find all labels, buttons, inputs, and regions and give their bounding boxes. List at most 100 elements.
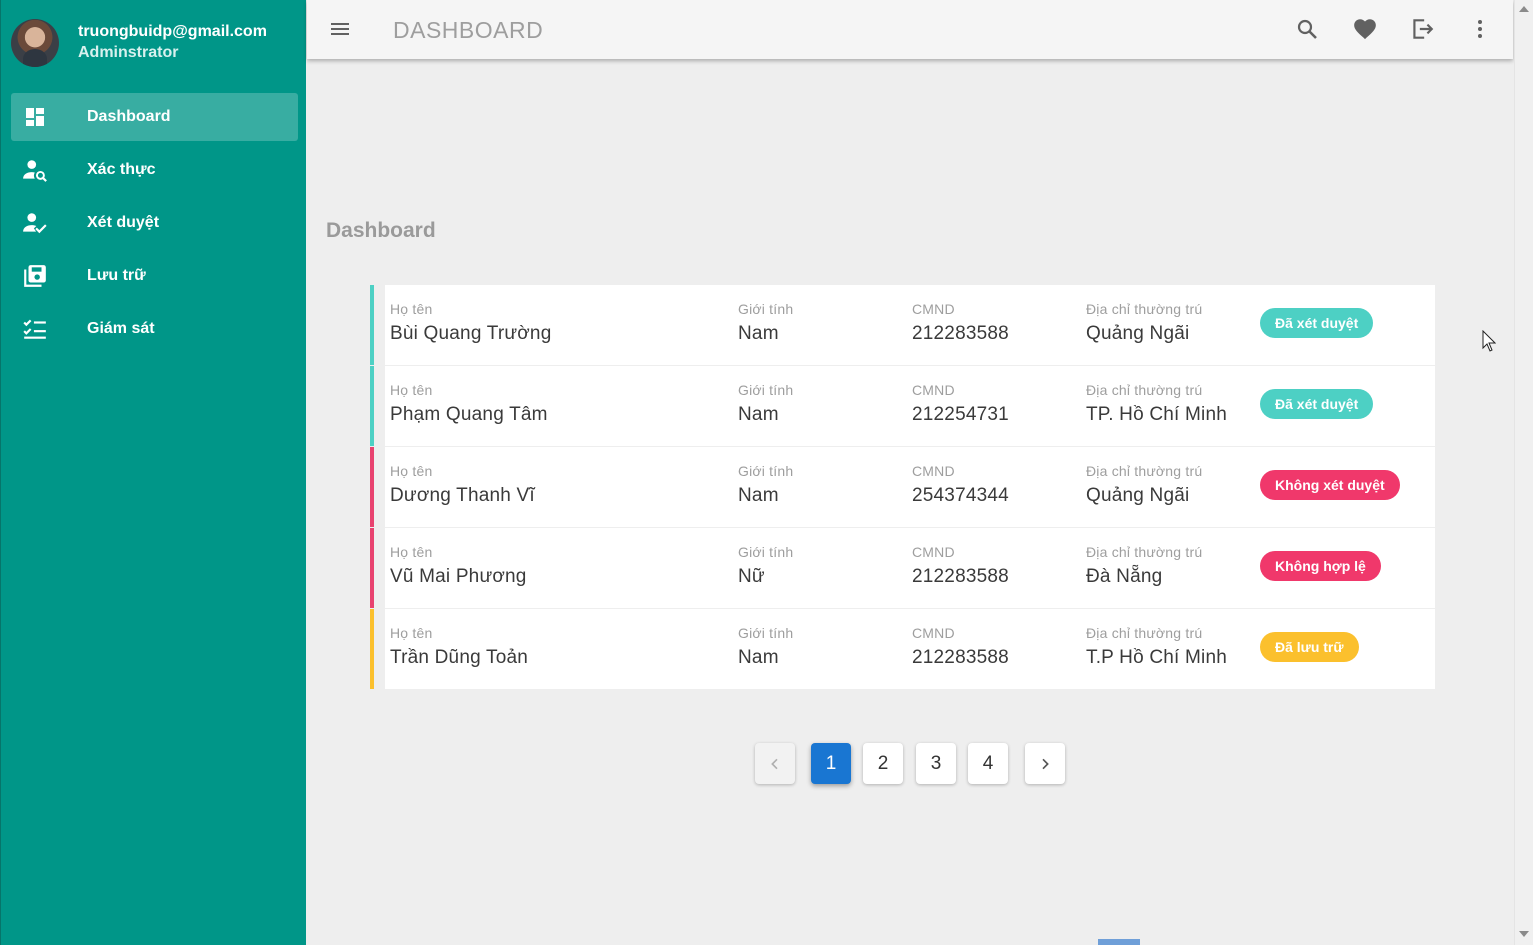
id-label: CMND xyxy=(912,463,955,479)
gender-value: Nữ xyxy=(738,566,765,587)
page-button-4[interactable]: 4 xyxy=(968,743,1008,784)
sidebar-item-xet-duyet[interactable]: Xét duyệt xyxy=(11,199,298,247)
address-field: Địa chỉ thường trú Đà Nẵng xyxy=(1086,544,1202,588)
name-field: Họ tên Phạm Quang Tâm xyxy=(390,382,548,426)
id-field: CMND 212283588 xyxy=(912,625,1009,669)
gender-value: Nam xyxy=(738,485,779,506)
row-accent-gap xyxy=(374,447,385,527)
sidebar-item-giam-sat[interactable]: Giám sát xyxy=(11,305,298,353)
row-accent-gap xyxy=(374,366,385,446)
name-value: Trần Dũng Toản xyxy=(390,647,528,668)
id-value: 254374344 xyxy=(912,485,1009,506)
gender-label: Giới tính xyxy=(738,382,794,398)
name-value: Bùi Quang Trường xyxy=(390,323,552,344)
scroll-up-arrow-icon[interactable] xyxy=(1519,6,1529,12)
page-button-2[interactable]: 2 xyxy=(863,743,903,784)
person-search-icon xyxy=(21,156,49,184)
horizontal-scrollbar-thumb[interactable] xyxy=(1098,939,1140,945)
name-label: Họ tên xyxy=(390,301,433,317)
address-label: Địa chỉ thường trú xyxy=(1086,463,1203,479)
id-value: 212283588 xyxy=(912,566,1009,587)
id-value: 212283588 xyxy=(912,323,1009,344)
page-button-1[interactable]: 1 xyxy=(811,743,851,784)
status-badge: Đã xét duyệt xyxy=(1260,308,1374,338)
id-label: CMND xyxy=(912,382,955,398)
top-app-bar: DASHBOARD xyxy=(307,0,1513,59)
record-row[interactable]: Họ tên Trần Dũng Toản Giới tính Nam CMND… xyxy=(370,609,1435,689)
address-field: Địa chỉ thường trú TP. Hồ Chí Minh xyxy=(1086,382,1227,426)
status-badge: Không hợp lệ xyxy=(1260,551,1381,581)
person-check-icon xyxy=(21,209,49,237)
name-field: Họ tên Dương Thanh Vĩ xyxy=(390,463,535,507)
gender-label: Giới tính xyxy=(738,301,794,317)
row-accent-gap xyxy=(374,285,385,365)
heart-icon[interactable] xyxy=(1352,16,1378,42)
address-value: Quảng Ngãi xyxy=(1086,323,1190,344)
address-field: Địa chỉ thường trú Quảng Ngãi xyxy=(1086,463,1202,507)
scroll-down-arrow-icon[interactable] xyxy=(1519,931,1529,937)
user-email: truongbuidp@gmail.com xyxy=(78,23,267,40)
search-icon[interactable] xyxy=(1294,16,1320,42)
name-field: Họ tên Trần Dũng Toản xyxy=(390,625,528,669)
gender-field: Giới tính Nam xyxy=(738,625,793,669)
sidebar-item-xac-thuc[interactable]: Xác thực xyxy=(11,146,298,194)
sidebar-item-label: Xét duyệt xyxy=(87,214,160,231)
archive-save-icon xyxy=(21,262,49,290)
address-label: Địa chỉ thường trú xyxy=(1086,544,1203,560)
name-label: Họ tên xyxy=(390,463,433,479)
more-vert-icon[interactable] xyxy=(1467,16,1493,42)
page-button-3[interactable]: 3 xyxy=(916,743,956,784)
address-value: T.P Hồ Chí Minh xyxy=(1086,647,1227,668)
page-title: DASHBOARD xyxy=(393,17,544,43)
gender-value: Nam xyxy=(738,404,779,425)
gender-value: Nam xyxy=(738,647,779,668)
logout-icon[interactable] xyxy=(1409,16,1435,42)
sidebar: truongbuidp@gmail.com Adminstrator Dashb… xyxy=(0,0,306,945)
address-label: Địa chỉ thường trú xyxy=(1086,625,1203,641)
name-label: Họ tên xyxy=(390,382,433,398)
id-field: CMND 212283588 xyxy=(912,544,1009,588)
profile-text: truongbuidp@gmail.com Adminstrator xyxy=(78,22,267,64)
user-role: Adminstrator xyxy=(78,44,179,61)
sidebar-item-luu-tru[interactable]: Lưu trữ xyxy=(11,252,298,300)
record-row[interactable]: Họ tên Phạm Quang Tâm Giới tính Nam CMND… xyxy=(370,366,1435,446)
address-value: TP. Hồ Chí Minh xyxy=(1086,404,1227,425)
id-value: 212254731 xyxy=(912,404,1009,425)
dashboard-icon xyxy=(21,103,49,131)
name-value: Dương Thanh Vĩ xyxy=(390,485,535,506)
vertical-scrollbar[interactable] xyxy=(1514,0,1533,945)
id-label: CMND xyxy=(912,544,955,560)
address-field: Địa chỉ thường trú Quảng Ngãi xyxy=(1086,301,1202,345)
gender-label: Giới tính xyxy=(738,463,794,479)
name-label: Họ tên xyxy=(390,544,433,560)
prev-page-button[interactable] xyxy=(755,743,795,784)
chevron-right-icon xyxy=(1042,758,1049,769)
id-label: CMND xyxy=(912,625,955,641)
next-page-button[interactable] xyxy=(1025,743,1065,784)
address-label: Địa chỉ thường trú xyxy=(1086,301,1203,317)
id-label: CMND xyxy=(912,301,955,317)
gender-field: Giới tính Nam xyxy=(738,301,793,345)
record-row[interactable]: Họ tên Bùi Quang Trường Giới tính Nam CM… xyxy=(370,285,1435,365)
id-field: CMND 254374344 xyxy=(912,463,1009,507)
name-label: Họ tên xyxy=(390,625,433,641)
gender-field: Giới tính Nam xyxy=(738,382,793,426)
address-value: Đà Nẵng xyxy=(1086,566,1163,587)
avatar[interactable] xyxy=(11,19,59,67)
sidebar-item-dashboard[interactable]: Dashboard xyxy=(11,93,298,141)
sidebar-item-label: Xác thực xyxy=(87,161,156,178)
id-field: CMND 212254731 xyxy=(912,382,1009,426)
address-field: Địa chỉ thường trú T.P Hồ Chí Minh xyxy=(1086,625,1227,669)
status-badge: Không xét duyệt xyxy=(1260,470,1400,500)
gender-field: Giới tính Nam xyxy=(738,463,793,507)
status-badge: Đã xét duyệt xyxy=(1260,389,1374,419)
user-profile[interactable]: truongbuidp@gmail.com Adminstrator xyxy=(11,19,267,67)
row-accent-gap xyxy=(374,528,385,608)
gender-field: Giới tính Nữ xyxy=(738,544,793,588)
record-row[interactable]: Họ tên Vũ Mai Phương Giới tính Nữ CMND 2… xyxy=(370,528,1435,608)
menu-icon[interactable] xyxy=(327,16,353,42)
record-row[interactable]: Họ tên Dương Thanh Vĩ Giới tính Nam CMND… xyxy=(370,447,1435,527)
chevron-left-icon xyxy=(771,758,778,769)
checklist-icon xyxy=(21,315,49,343)
name-value: Vũ Mai Phương xyxy=(390,566,527,587)
